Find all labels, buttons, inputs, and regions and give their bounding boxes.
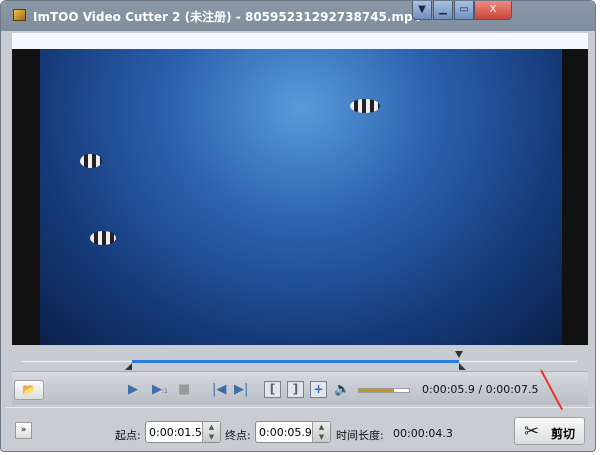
set-start-button[interactable]: [ — [264, 381, 281, 398]
start-spin-arrows[interactable]: ▲▼ — [202, 422, 220, 442]
expand-button[interactable]: » — [15, 422, 32, 439]
end-marker[interactable] — [459, 363, 466, 370]
video-frame — [40, 49, 562, 345]
start-label: 起点: — [115, 427, 141, 443]
close-button[interactable]: X — [474, 1, 512, 20]
cut-button[interactable]: ✂ 剪切 — [514, 417, 585, 445]
fish — [350, 99, 380, 113]
start-time-input[interactable] — [146, 422, 201, 442]
window-title: ImTOO Video Cutter 2 (未注册) - 80595231292… — [33, 8, 421, 25]
next-button[interactable]: ▶| — [234, 383, 248, 397]
top-strip — [12, 33, 588, 49]
timeline-selection — [132, 360, 459, 363]
title-bar: ImTOO Video Cutter 2 (未注册) - 80595231292… — [1, 1, 595, 31]
start-marker[interactable] — [125, 363, 132, 370]
volume-fill — [359, 389, 394, 392]
fish — [90, 231, 116, 245]
previous-button[interactable]: |◀ — [212, 383, 226, 397]
playback-controls: 📂 ▶ ▶:1 ■ |◀ ▶| [ ] + 🔈 0:00:05.9 / 0:00… — [12, 371, 588, 405]
end-time-spinner[interactable]: ▲▼ — [255, 421, 331, 443]
folder-icon: 📂 — [22, 383, 36, 396]
add-segment-button[interactable]: + — [310, 381, 327, 398]
open-file-button[interactable]: 📂 — [14, 380, 44, 400]
minimize-button[interactable]: ▁ — [433, 1, 453, 20]
start-time-spinner[interactable]: ▲▼ — [145, 421, 221, 443]
end-label: 终点: — [225, 427, 251, 443]
volume-slider[interactable] — [358, 388, 410, 393]
set-end-button[interactable]: ] — [287, 381, 304, 398]
restore-button[interactable]: ▭ — [454, 1, 474, 20]
menu-dropdown-button[interactable]: ▼ — [412, 1, 432, 20]
end-time-input[interactable] — [256, 422, 311, 442]
playhead-marker[interactable] — [455, 351, 463, 358]
cut-panel: » 起点: ▲▼ 终点: ▲▼ 时间长度: 00:00:04.3 ✂ 剪切 — [5, 407, 593, 449]
duration-label: 时间长度: — [336, 427, 384, 443]
duration-value: 00:00:04.3 — [393, 427, 453, 440]
play-button[interactable]: ▶ — [128, 383, 138, 397]
time-display: 0:00:05.9 / 0:00:07.5 — [422, 383, 539, 396]
cut-label: 剪切 — [551, 425, 575, 442]
app-icon — [13, 9, 26, 21]
end-spin-arrows[interactable]: ▲▼ — [312, 422, 330, 442]
scissors-icon: ✂ — [524, 421, 539, 442]
step-forward-button[interactable]: ▶:1 — [152, 383, 168, 399]
volume-icon[interactable]: 🔈 — [334, 383, 350, 397]
app-window: ImTOO Video Cutter 2 (未注册) - 80595231292… — [0, 0, 596, 452]
stop-button[interactable]: ■ — [178, 383, 190, 397]
fish — [80, 154, 102, 168]
video-preview — [12, 49, 588, 345]
